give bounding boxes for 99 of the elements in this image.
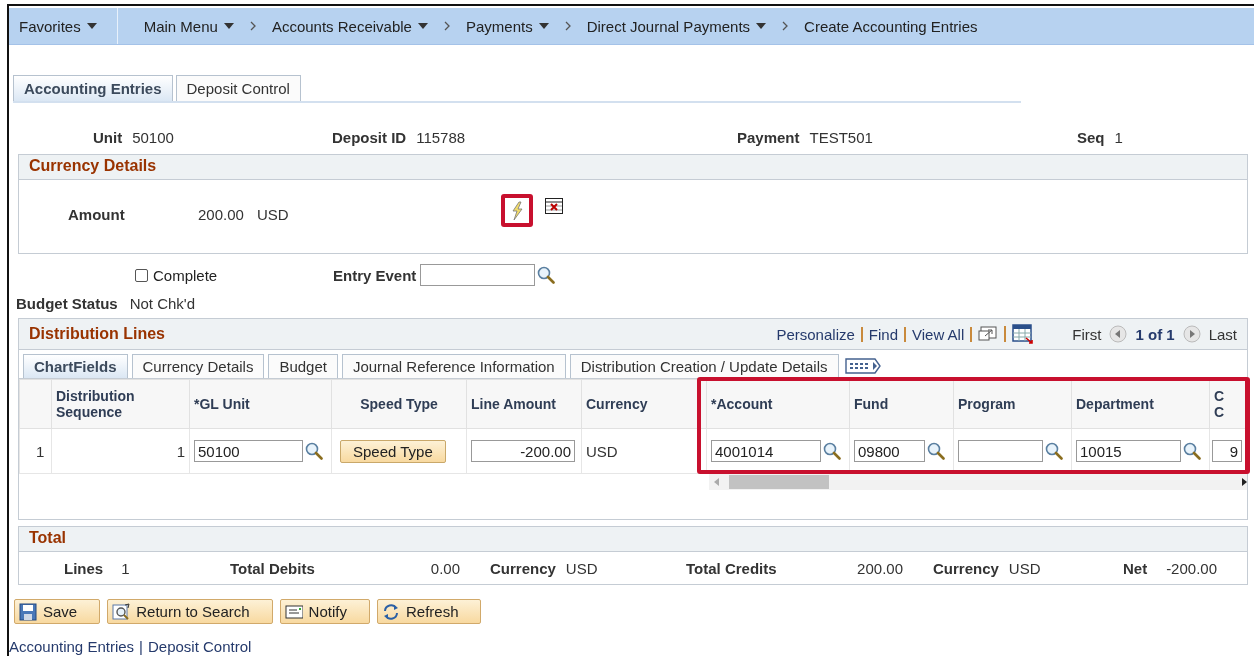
notepad-icon [284, 602, 303, 621]
show-all-columns-icon[interactable] [844, 357, 881, 375]
field-label: Total Credits [686, 560, 777, 579]
checkbox[interactable] [135, 268, 148, 282]
field-value: USD [565, 560, 598, 579]
field-value: TEST501 [809, 129, 873, 146]
link-separator: | [139, 638, 143, 655]
search-icon[interactable] [305, 442, 323, 460]
refresh-icon [381, 602, 400, 621]
breadcrumb-link[interactable]: Favorites [19, 17, 81, 35]
field-value: Not Chk'd [129, 294, 196, 312]
breadcrumb-link[interactable]: Direct Journal Payments [586, 17, 751, 35]
search-icon[interactable] [823, 442, 841, 460]
page-link[interactable]: Deposit Control [148, 638, 252, 655]
field-label: Unit [93, 129, 123, 146]
field-label: Amount [68, 206, 126, 223]
column-header: Line Amount [471, 396, 557, 412]
speed-type-button[interactable]: Speed Type [340, 439, 446, 463]
field-label: Deposit ID [332, 129, 407, 146]
tab[interactable]: Distribution Creation / Update Details [569, 354, 839, 378]
breadcrumb-link[interactable]: Create Accounting Entries [804, 17, 978, 35]
grid-link[interactable]: Find [862, 326, 906, 342]
table-cell: USD [586, 442, 618, 460]
tab[interactable]: Currency Details [131, 354, 265, 378]
grid-link[interactable]: View All [906, 326, 973, 342]
entry-event-field[interactable] [420, 264, 536, 286]
column-header: C C [1214, 388, 1226, 420]
column-header: Speed Type [360, 396, 438, 412]
spreadsheet-icon[interactable] [1012, 324, 1035, 344]
pager-count: 1 of 1 [1135, 325, 1175, 343]
section-title: Total [19, 527, 1247, 552]
search-icon[interactable] [1045, 442, 1063, 460]
currency-value: USD [257, 206, 290, 223]
column-header: Fund [854, 396, 889, 412]
tab[interactable]: Budget [268, 354, 338, 378]
field-label: Net [1123, 560, 1148, 579]
calculate-button[interactable] [501, 194, 533, 227]
checkbox-label: Complete [153, 266, 218, 284]
field-label: Budget Status [16, 294, 118, 312]
field-label: Currency [490, 560, 556, 579]
field-label: Lines [64, 560, 104, 579]
field-label: Currency [933, 560, 999, 579]
section-title: Currency Details [19, 155, 1247, 180]
toolbar-button[interactable]: Refresh [376, 599, 482, 624]
input-field[interactable]: 50100 [194, 440, 303, 462]
search-icon[interactable] [537, 266, 556, 284]
field-value: 1 [121, 560, 130, 579]
search-icon[interactable] [927, 442, 945, 460]
search-icon [112, 602, 131, 621]
section-title: Distribution Lines [29, 325, 165, 343]
lightning-icon [510, 200, 524, 221]
column-header: *GL Unit [194, 396, 250, 412]
zoom-window-icon[interactable] [978, 326, 999, 342]
grid-delete-icon [545, 198, 563, 214]
page-link[interactable]: Accounting Entries [9, 638, 135, 655]
scroll-left-icon [713, 477, 721, 487]
input-field[interactable]: -200.00 [471, 440, 575, 462]
tab[interactable]: ChartFields [23, 354, 128, 378]
field-value: 0.00 [430, 560, 460, 579]
field-value: 50100 [132, 129, 174, 146]
tab[interactable]: Journal Reference Information [341, 354, 566, 378]
breadcrumb-link[interactable]: Payments [465, 17, 533, 35]
tab[interactable]: Accounting Entries [13, 75, 173, 101]
toolbar-button[interactable]: Save [14, 599, 101, 624]
field-value: 1 [1114, 129, 1123, 146]
input-field[interactable]: 9 [1212, 440, 1242, 462]
input-field[interactable]: 4001014 [711, 440, 821, 462]
tab[interactable]: Deposit Control [175, 75, 301, 101]
column-header: Distribution Sequence [56, 388, 135, 420]
breadcrumb-link[interactable]: Main Menu [143, 17, 218, 35]
next-icon [1182, 325, 1201, 343]
field-value: USD [1008, 560, 1041, 579]
column-header: Program [958, 396, 1016, 412]
grid-link[interactable]: Personalize [770, 326, 863, 342]
search-icon[interactable] [1183, 442, 1201, 460]
field-label: Seq [1077, 129, 1105, 146]
previous-icon [1109, 325, 1128, 343]
column-header: Currency [586, 396, 648, 412]
breadcrumb-link[interactable]: Accounts Receivable [271, 17, 412, 35]
column-header: *Account [711, 396, 773, 412]
field-value: 200.00 [857, 560, 903, 579]
field-label: Total Debits [230, 560, 315, 579]
amount-value: 200.00 [198, 206, 245, 223]
field-value: 115788 [416, 129, 466, 146]
input-field[interactable]: 09800 [854, 440, 925, 462]
table-cell: 1 [36, 442, 45, 460]
field-value: -200.00 [1166, 560, 1217, 579]
pager-link[interactable]: Last [1208, 325, 1237, 343]
field-label: Entry Event [333, 266, 417, 284]
scrollbar[interactable] [709, 474, 1247, 490]
pager-link[interactable]: First [1072, 325, 1102, 343]
column-header: Department [1076, 396, 1154, 412]
toolbar-button[interactable]: Return to Search [107, 599, 273, 624]
input-field[interactable] [958, 440, 1043, 462]
toolbar-button[interactable]: Notify [279, 599, 370, 624]
input-field[interactable]: 10015 [1076, 440, 1181, 462]
table-cell: 1 [176, 442, 185, 460]
scroll-right-icon [1240, 477, 1247, 487]
field-label: Payment [737, 129, 800, 146]
